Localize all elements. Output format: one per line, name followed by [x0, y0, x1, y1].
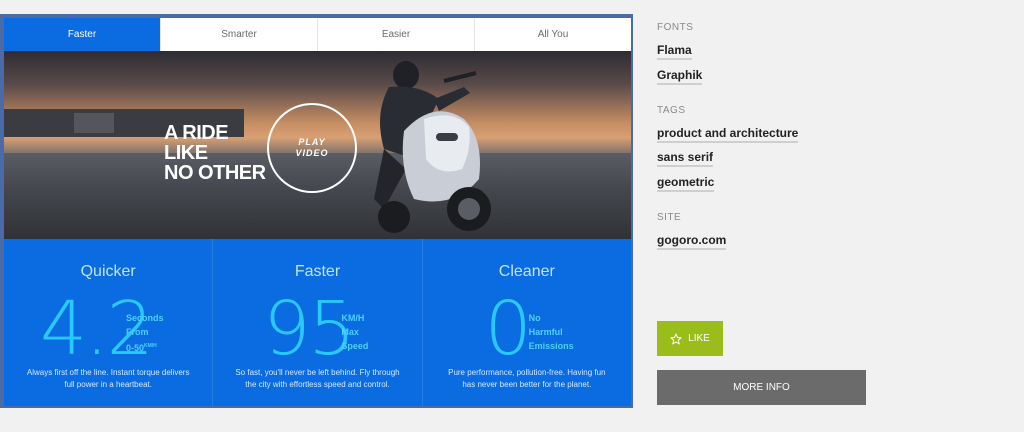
- stat-title: Quicker: [80, 263, 136, 280]
- site-link[interactable]: gogoro.com: [657, 233, 727, 250]
- like-button-label: LIKE: [688, 333, 710, 344]
- stat-unit-line: No: [528, 313, 541, 323]
- more-info-button-label: MORE INFO: [733, 382, 790, 393]
- stat-unit-line-text: 0-50: [126, 343, 145, 353]
- stat-faster: Faster 95 KM/H Max Speed So fast, you'll…: [213, 239, 423, 406]
- hero-background-building: [74, 113, 114, 133]
- tab-easier[interactable]: Easier: [318, 18, 475, 51]
- tag-link-sans-serif[interactable]: sans serif: [657, 150, 714, 167]
- scooter-rider-image: [374, 61, 491, 233]
- stat-title: Cleaner: [498, 263, 555, 280]
- stat-number: 0: [484, 286, 532, 372]
- stat-description: Pure performance, pollution-free. Having…: [423, 367, 631, 391]
- site-preview: Faster Smarter Easier All You A RIDE LIK…: [0, 14, 633, 408]
- stat-unit-line: From: [126, 327, 149, 337]
- stat-description-line: So fast, you'll never be left behind. Fl…: [235, 368, 400, 377]
- stat-unit-line: Seconds: [126, 313, 164, 323]
- site-preview-canvas: Faster Smarter Easier All You A RIDE LIK…: [4, 18, 631, 406]
- stat-description-line: has never been better for the planet.: [462, 380, 592, 389]
- stat-unit-line: Emissions: [528, 341, 574, 351]
- stats-section: Quicker 4.2 Seconds From 0-50KM/H Always…: [4, 239, 631, 406]
- stat-description-line: Pure performance, pollution-free. Having…: [448, 368, 606, 377]
- stat-number: 95: [263, 286, 355, 372]
- stat-unit: No Harmful Emissions: [529, 311, 574, 353]
- hero-banner: A RIDE LIKE NO OTHER PLAY VIDEO: [4, 51, 631, 239]
- preview-tabs: Faster Smarter Easier All You: [4, 18, 631, 51]
- stat-description: So fast, you'll never be left behind. Fl…: [213, 367, 421, 391]
- stat-cleaner: Cleaner 0 No Harmful Emissions Pure perf…: [423, 239, 631, 406]
- like-button[interactable]: LIKE: [657, 321, 723, 356]
- stat-description-line: Always first off the line. Instant torqu…: [26, 368, 190, 377]
- stat-title: Faster: [294, 263, 341, 280]
- play-label-line: VIDEO: [295, 148, 329, 158]
- tab-smarter[interactable]: Smarter: [161, 18, 318, 51]
- stat-quicker: Quicker 4.2 Seconds From 0-50KM/H Always…: [4, 239, 214, 406]
- stat-unit-line: Speed: [341, 341, 369, 351]
- stat-unit-line: KM/H: [341, 313, 365, 323]
- stat-unit-superscript: KM/H: [144, 343, 157, 349]
- stat-unit: KM/H Max Speed: [341, 311, 368, 353]
- tag-link-product-and-architecture[interactable]: product and architecture: [657, 126, 799, 143]
- font-link-graphik[interactable]: Graphik: [657, 68, 703, 85]
- tags-label: TAGS: [657, 105, 686, 116]
- hero-title-line: NO OTHER: [164, 162, 266, 184]
- stat-unit-line: Max: [341, 327, 359, 337]
- tab-all-you[interactable]: All You: [475, 18, 631, 51]
- site-label: SITE: [657, 212, 682, 223]
- tag-link-geometric[interactable]: geometric: [657, 175, 715, 192]
- play-label-line: PLAY: [298, 137, 326, 147]
- stat-unit: Seconds From 0-50KM/H: [126, 311, 164, 355]
- stat-description-line: full power in a heartbeat.: [64, 380, 152, 389]
- star-outline-icon: [670, 333, 682, 344]
- stat-description-line: the city with effortless speed and contr…: [245, 380, 390, 389]
- tab-faster[interactable]: Faster: [4, 18, 161, 51]
- hero-title-line: LIKE: [164, 142, 208, 164]
- hero-title-line: A RIDE: [164, 122, 229, 144]
- font-link-flama[interactable]: Flama: [657, 43, 692, 60]
- hero-title: A RIDE LIKE NO OTHER: [164, 123, 266, 183]
- fonts-label: FONTS: [657, 22, 694, 33]
- more-info-button[interactable]: MORE INFO: [657, 370, 866, 405]
- stat-unit-line: 0-50KM/H: [126, 339, 164, 355]
- stat-unit-line: Harmful: [528, 327, 563, 337]
- stat-description: Always first off the line. Instant torqu…: [4, 367, 212, 391]
